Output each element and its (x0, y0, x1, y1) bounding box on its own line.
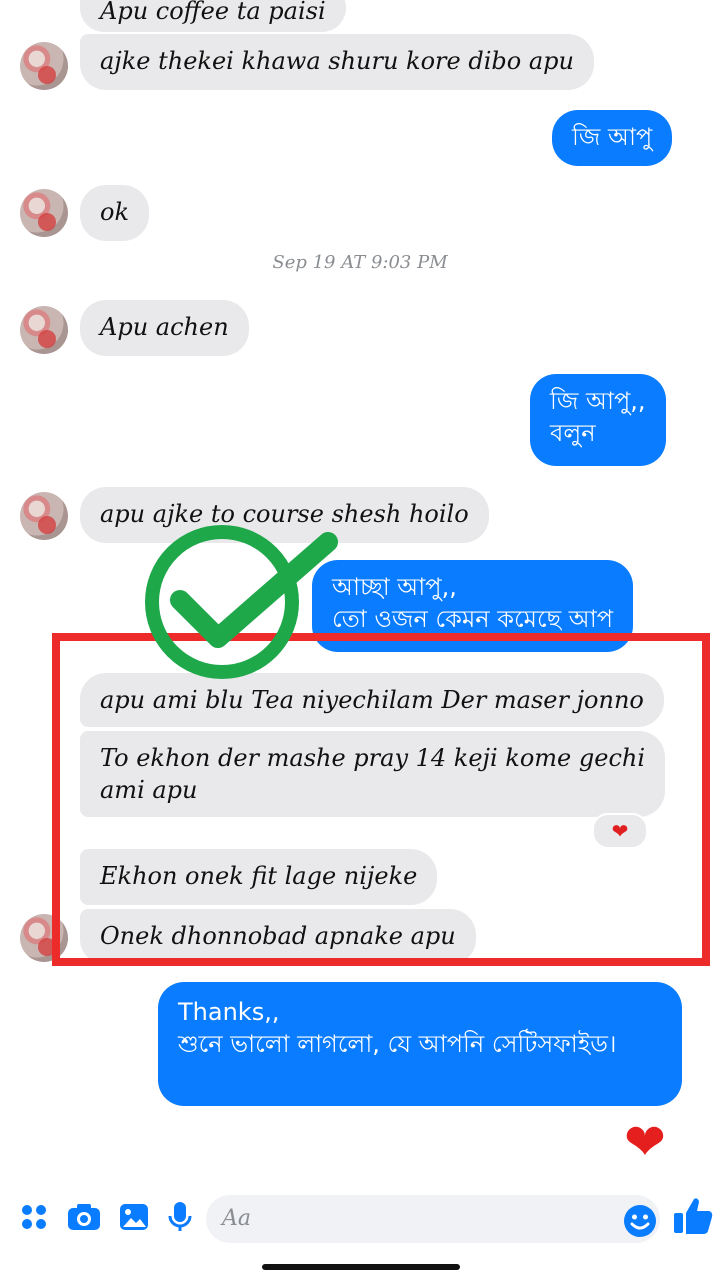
message-incoming[interactable]: To ekhon der mashe pray 14 keji kome gec… (80, 731, 666, 817)
message-incoming[interactable]: ajke thekei khawa shuru kore dibo apu (80, 34, 594, 90)
avatar[interactable] (20, 306, 68, 354)
heart-icon: ❤ (624, 1113, 666, 1171)
message-text: Ekhon onek fit lage nijeke (100, 862, 418, 890)
message-text: আচ্ছা আপু,, তো ওজন কেমন কমেছে আপ (332, 573, 614, 633)
message-text: Apu achen (100, 313, 229, 341)
message-outgoing[interactable]: Thanks,, শুনে ভালো লাগলো, যে আপনি সেটিসফ… (158, 982, 682, 1106)
apps-icon[interactable] (14, 1197, 54, 1237)
message-text: To ekhon der mashe pray 14 keji kome gec… (100, 744, 646, 804)
message-text: apu ajke to course shesh hoilo (100, 500, 469, 528)
home-indicator[interactable] (262, 1264, 460, 1270)
timestamp: Sep 19 AT 9:03 PM (272, 252, 448, 273)
message-incoming[interactable]: Onek dhonnobad apnake apu (80, 909, 476, 965)
checkmark-overlay (145, 525, 338, 679)
avatar[interactable] (20, 42, 68, 90)
message-incoming[interactable]: apu ami blu Tea niyechilam Der maser jon… (80, 673, 664, 727)
message-outgoing[interactable]: জি আপু,, বলুন (530, 374, 666, 466)
mic-icon[interactable] (160, 1197, 200, 1237)
heart-reaction[interactable]: ❤ (592, 813, 648, 849)
message-text: apu ami blu Tea niyechilam Der maser jon… (100, 686, 644, 714)
message-text: জি আপু,, বলুন (550, 387, 646, 447)
message-text: Apu coffee ta paisi (100, 0, 326, 25)
sent-heart-sticker[interactable]: ❤ (624, 1112, 666, 1172)
message-incoming[interactable]: Ekhon onek fit lage nijeke (80, 849, 438, 905)
image-icon[interactable] (114, 1197, 154, 1237)
message-outgoing[interactable]: আচ্ছা আপু,, তো ওজন কেমন কমেছে আপ (312, 560, 634, 652)
camera-icon[interactable] (64, 1197, 104, 1237)
message-outgoing[interactable]: জি আপু (552, 110, 673, 166)
composer-bar: Aa (0, 1185, 720, 1257)
avatar[interactable] (20, 914, 68, 962)
heart-icon: ❤ (611, 819, 629, 843)
message-incoming[interactable]: Apu achen (80, 300, 249, 356)
avatar[interactable] (20, 492, 68, 540)
message-input[interactable]: Aa (206, 1195, 660, 1243)
avatar[interactable] (20, 189, 68, 237)
message-incoming[interactable]: apu ajke to course shesh hoilo (80, 487, 489, 543)
like-icon[interactable] (670, 1193, 716, 1239)
message-text: জি আপু (572, 123, 653, 151)
emoji-icon[interactable] (620, 1201, 660, 1241)
message-incoming[interactable]: Apu coffee ta paisi (80, 0, 346, 32)
message-text: ok (100, 198, 129, 226)
message-incoming[interactable]: ok (80, 185, 149, 241)
chat-thread[interactable]: Apu coffee ta paisi ajke thekei khawa sh… (0, 0, 720, 1180)
message-text: ajke thekei khawa shuru kore dibo apu (100, 47, 574, 75)
message-text: Thanks,, শুনে ভালো লাগলো, যে আপনি সেটিসফ… (178, 998, 617, 1058)
message-text: Onek dhonnobad apnake apu (100, 922, 456, 950)
